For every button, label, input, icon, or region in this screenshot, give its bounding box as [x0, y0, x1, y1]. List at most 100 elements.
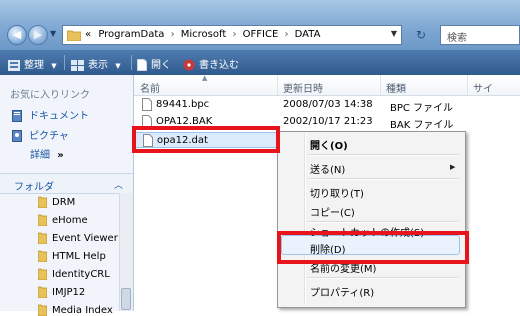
scrollbar-thumb[interactable]	[121, 288, 131, 310]
back-button[interactable]: ◀	[7, 25, 27, 45]
search-input[interactable]: 検索	[440, 25, 520, 45]
favorite-links-header: お気に入りリンク	[10, 90, 90, 101]
menu-separator	[308, 277, 458, 279]
toolbar-divider	[131, 55, 132, 70]
column-header-size[interactable]: サイ	[473, 80, 493, 95]
menu-item-open[interactable]: 開く(O)	[310, 137, 348, 152]
menu-gutter	[304, 134, 306, 304]
menu-item-cut[interactable]: 切り取り(T)	[310, 185, 364, 200]
file-row[interactable]: 89441.bpc 2008/07/03 14:38 BPC ファイル	[134, 97, 520, 114]
pictures-icon	[12, 130, 22, 142]
refresh-button[interactable]: ↻	[406, 25, 436, 45]
tree-item-drm[interactable]: DRM	[37, 196, 76, 209]
more-label: 詳細	[30, 150, 50, 161]
file-date: 2002/10/17 21:23	[283, 116, 373, 127]
favorite-link-documents[interactable]: ドキュメント	[12, 107, 89, 122]
organize-label: 整理	[24, 60, 44, 71]
column-divider[interactable]	[380, 75, 381, 95]
chevron-down-icon: ▼	[51, 62, 57, 70]
menu-separator	[308, 154, 458, 156]
breadcrumb-programdata[interactable]: ProgramData	[98, 29, 164, 40]
chevron-down-icon: ▼	[115, 62, 121, 70]
menu-item-properties[interactable]: プロパティ(R)	[310, 284, 374, 299]
forward-arrow-icon: ▶	[33, 28, 43, 41]
tree-item-imjp12[interactable]: IMJP12	[37, 286, 86, 299]
column-header-name[interactable]: 名前	[140, 80, 160, 95]
breadcrumb-microsoft[interactable]: Microsoft	[181, 29, 227, 40]
tree-item-identitycrl[interactable]: IdentityCRL	[37, 268, 110, 281]
open-label: 開く	[151, 60, 171, 71]
folders-header[interactable]: フォルダ ︿	[0, 173, 133, 194]
documents-icon	[12, 110, 22, 122]
views-icon	[71, 59, 84, 71]
column-header-date[interactable]: 更新日時	[283, 80, 323, 95]
tree-item-label: HTML Help	[52, 251, 106, 262]
breadcrumb-office[interactable]: OFFICE	[243, 29, 279, 40]
burn-disc-icon	[183, 59, 195, 71]
menu-separator	[308, 221, 458, 223]
highlight-box-delete-item	[277, 231, 469, 264]
breadcrumb-separator-icon[interactable]: ›	[171, 29, 175, 40]
chevron-up-icon[interactable]: ︿	[114, 178, 123, 191]
menu-separator	[308, 178, 458, 180]
column-divider[interactable]	[467, 75, 468, 95]
double-chevron-icon: »	[57, 150, 64, 161]
tree-item-label: eHome	[52, 215, 88, 226]
breadcrumb-overflow[interactable]: «	[85, 29, 91, 40]
submenu-arrow-icon: ▶	[450, 163, 456, 171]
favorite-link-label: ピクチャ	[29, 131, 69, 142]
favorite-link-pictures[interactable]: ピクチャ	[12, 127, 69, 142]
folder-icon	[37, 286, 48, 299]
burn-label: 書き込む	[199, 60, 239, 71]
tree-item-html-help[interactable]: HTML Help	[37, 250, 106, 263]
navigation-pane: お気に入りリンク ドキュメント ピクチャ 詳細 » フォルダ ︿ DRM eHo…	[0, 75, 134, 316]
tree-item-label: DRM	[52, 197, 76, 208]
folder-icon	[37, 196, 48, 209]
sort-arrow-icon: ▲	[202, 74, 208, 82]
recent-pages-dropdown[interactable]: ▼	[50, 29, 58, 41]
folders-label: フォルダ	[14, 182, 54, 193]
views-button[interactable]: 表示 ▼	[71, 56, 121, 71]
organize-icon	[8, 59, 20, 71]
forward-button[interactable]: ▶	[28, 25, 48, 45]
open-icon	[137, 59, 147, 71]
tree-item-media-index[interactable]: Media Index	[37, 304, 113, 316]
address-dropdown-icon[interactable]: ▼	[391, 29, 397, 38]
file-icon	[142, 98, 152, 111]
toolbar-divider	[64, 55, 65, 70]
tree-item-event-viewer[interactable]: Event Viewer	[37, 232, 118, 245]
organize-button[interactable]: 整理 ▼	[8, 56, 57, 71]
address-box[interactable]: « ProgramData › Microsoft › OFFICE › DAT…	[62, 25, 402, 45]
tree-item-ehome[interactable]: eHome	[37, 214, 88, 227]
column-header-type[interactable]: 種類	[386, 80, 406, 95]
breadcrumb-data[interactable]: DATA	[295, 29, 321, 40]
folder-icon	[37, 304, 48, 316]
file-date: 2008/07/03 14:38	[283, 99, 373, 110]
menu-item-copy[interactable]: コピー(C)	[310, 204, 355, 219]
file-type: BPC ファイル	[390, 103, 454, 114]
favorite-link-label: ドキュメント	[29, 111, 89, 122]
folder-icon	[37, 250, 48, 263]
breadcrumb-separator-icon[interactable]: ›	[232, 29, 236, 40]
folder-icon	[37, 268, 48, 281]
tree-item-label: IMJP12	[52, 287, 86, 298]
views-label: 表示	[88, 60, 108, 71]
search-placeholder: 検索	[447, 33, 467, 44]
breadcrumb: « ProgramData › Microsoft › OFFICE › DAT…	[85, 29, 320, 40]
context-menu: 開く(O) 送る(N) ▶ 切り取り(T) コピー(C) ショートカットの作成(…	[277, 131, 466, 308]
file-type: BAK ファイル	[390, 120, 454, 131]
breadcrumb-separator-icon[interactable]: ›	[284, 29, 288, 40]
more-links-button[interactable]: 詳細 »	[30, 146, 64, 161]
refresh-icon: ↻	[415, 28, 427, 42]
folder-icon	[37, 214, 48, 227]
folder-icon	[67, 30, 81, 41]
command-toolbar: 整理 ▼ 表示 ▼ 開く 書き込む	[0, 50, 520, 75]
column-divider[interactable]	[277, 75, 278, 95]
menu-item-send-to[interactable]: 送る(N)	[310, 161, 345, 176]
open-button[interactable]: 開く	[137, 56, 171, 71]
tree-item-label: IdentityCRL	[52, 269, 110, 280]
highlight-box-selected-file	[132, 126, 280, 153]
column-header-row: 名前 ▲ 更新日時 種類 サイ	[134, 74, 520, 96]
burn-button[interactable]: 書き込む	[183, 56, 239, 71]
folder-tree-scrollbar[interactable]	[119, 193, 133, 311]
